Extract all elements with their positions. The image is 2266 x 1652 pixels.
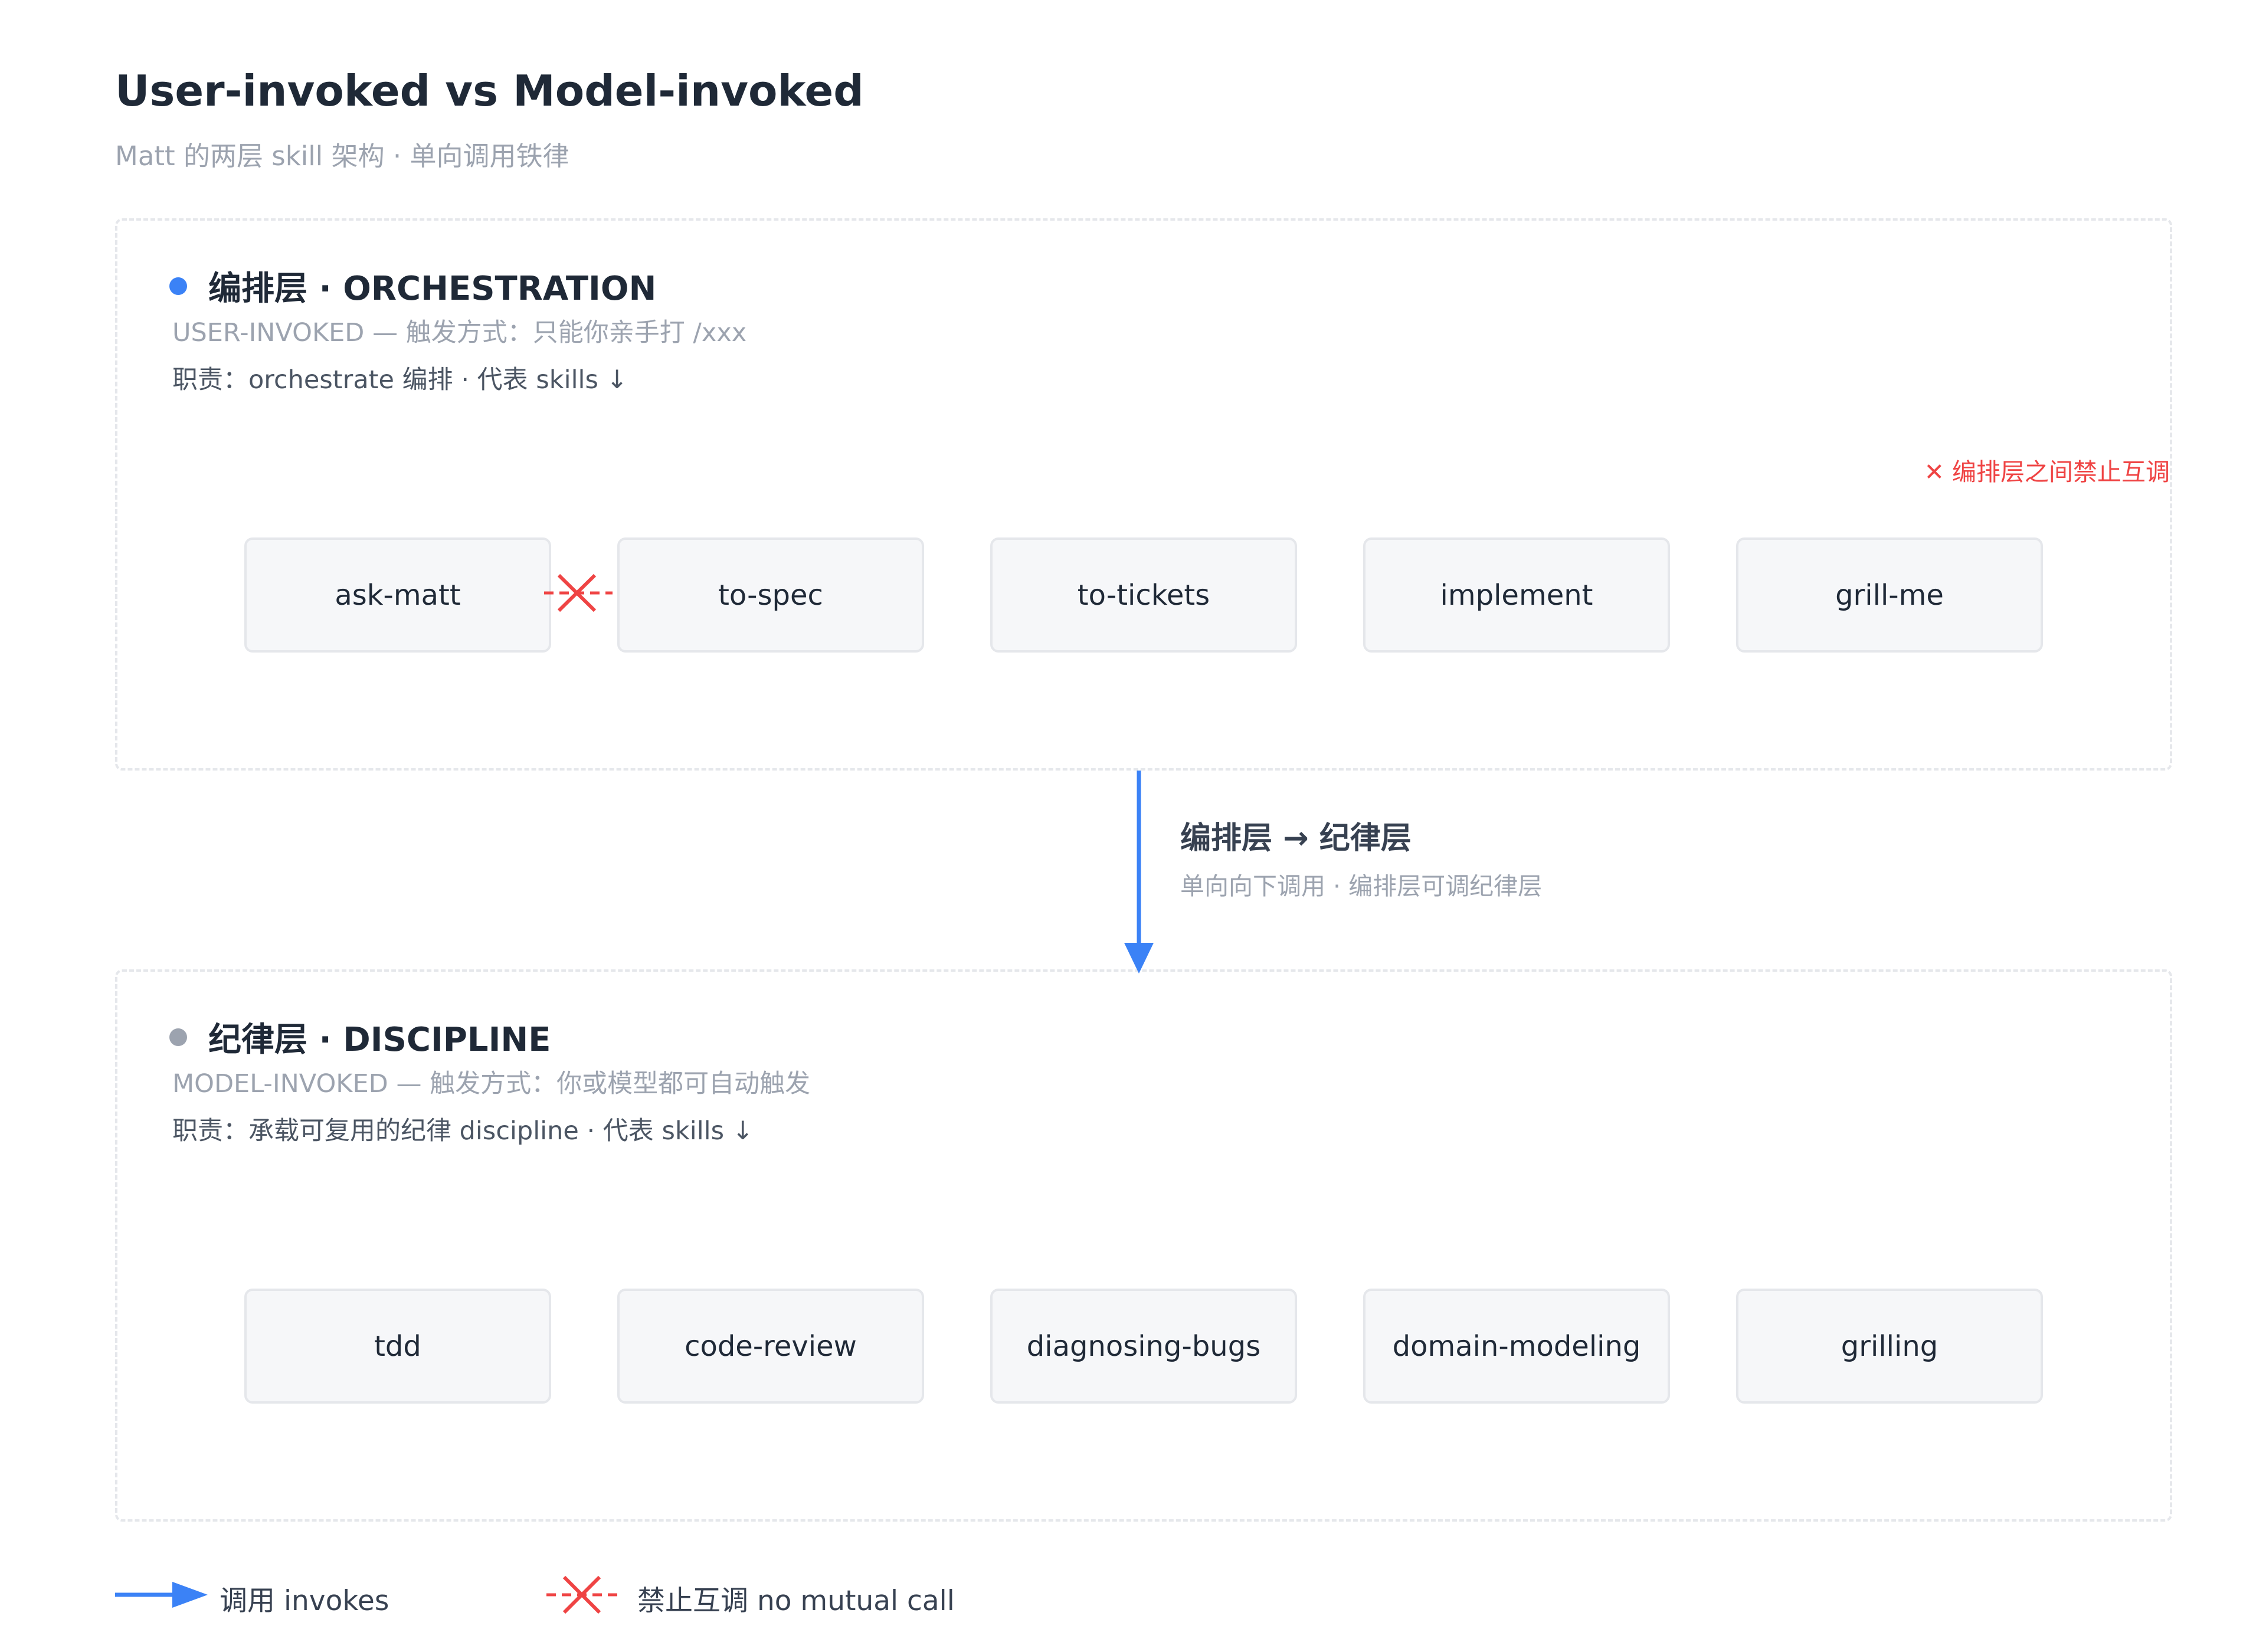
legend-invokes-label: 调用 invokes bbox=[220, 1585, 389, 1617]
legend-no-mutual-label: 禁止互调 no mutual call bbox=[637, 1585, 955, 1617]
legend-invoke-icon bbox=[115, 1582, 208, 1608]
legend-forbid-icon bbox=[546, 1575, 617, 1614]
forbid-connector bbox=[544, 573, 613, 612]
connector-overlay bbox=[115, 573, 1154, 1614]
invoke-arrow bbox=[1124, 771, 1154, 974]
